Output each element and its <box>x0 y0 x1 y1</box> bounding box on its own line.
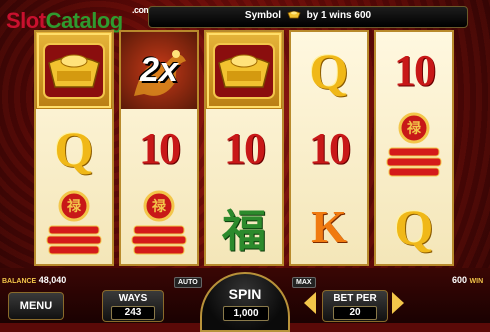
auto-button[interactable]: AUTO <box>174 277 202 288</box>
win-message-bar: Symbol by 1 wins 600 <box>148 6 468 28</box>
reel-2-symbol-firecracker-seal: 禄 <box>121 188 197 265</box>
ten-symbol: 10 <box>139 124 181 173</box>
gold-ingot-icon <box>43 42 105 99</box>
reel-4-symbol-10: 10 <box>291 110 367 187</box>
total-bet-value: 1,000 <box>223 306 269 321</box>
win-value: 600 <box>452 275 468 285</box>
win-message: Symbol by 1 wins 600 <box>149 10 467 21</box>
reel-3-symbol-gold-ingot <box>206 32 282 109</box>
reel-3-symbol-10: 10 <box>206 110 282 187</box>
ten-symbol: 10 <box>224 124 266 173</box>
win-symbol-label: Symbol <box>244 10 282 21</box>
reel-1-symbol-firecracker-seal: 禄 <box>36 188 112 265</box>
reel-5-symbol-q: Q <box>376 188 452 265</box>
svg-text:禄: 禄 <box>67 198 82 215</box>
max-button[interactable]: MAX <box>292 277 316 288</box>
firecracker-seal-icon: 禄 <box>386 112 442 176</box>
reel-4-symbol-k: K <box>291 188 367 265</box>
bet-increase-arrow-icon[interactable] <box>392 292 404 314</box>
reel-5-symbol-firecracker-seal: 禄 <box>376 110 452 187</box>
reel-3: 10 福 <box>204 30 284 266</box>
reel-5: 10 禄 Q <box>374 30 454 266</box>
bet-per-value: 20 <box>333 306 377 320</box>
reel-4-symbol-q: Q <box>291 32 367 109</box>
spin-label: SPIN <box>228 286 262 302</box>
ways-value: 243 <box>111 306 155 320</box>
svg-text:禄: 禄 <box>407 120 422 137</box>
reel-1-symbol-q: Q <box>36 110 112 187</box>
reel-5-symbol-10: 10 <box>376 32 452 109</box>
q-symbol: Q <box>54 120 94 177</box>
bet-per-panel: BET PER 20 <box>322 290 388 322</box>
balance-display: BALANCE 48,040 <box>2 275 66 285</box>
win-amount-text: by 1 wins 600 <box>306 10 372 21</box>
win-label: WIN <box>469 278 484 285</box>
ten-symbol: 10 <box>309 124 351 173</box>
reel-1: Q 禄 <box>34 30 114 266</box>
gold-ingot-icon <box>213 42 275 99</box>
bet-decrease-arrow-icon[interactable] <box>304 292 316 314</box>
menu-button[interactable]: MENU <box>8 292 64 320</box>
ways-panel: WAYS 243 <box>102 290 164 322</box>
k-symbol: K <box>311 201 347 252</box>
svg-text:禄: 禄 <box>152 198 167 215</box>
reel-2: 2x 10 禄 <box>119 30 199 266</box>
balance-label: BALANCE <box>2 278 37 285</box>
gold-ingot-icon <box>287 11 301 19</box>
ways-label: WAYS <box>118 293 148 304</box>
reel-2-symbol-10: 10 <box>121 110 197 187</box>
fu-symbol: 福 <box>222 205 266 257</box>
reel-2-symbol-multiplier: 2x <box>121 32 197 109</box>
ten-symbol: 10 <box>394 46 436 95</box>
firecracker-seal-icon: 禄 <box>131 190 187 254</box>
q-symbol: Q <box>309 42 349 99</box>
multiplier-2x: 2x <box>140 51 178 89</box>
reel-3-symbol-fu: 福 <box>206 188 282 265</box>
balance-value: 48,040 <box>38 275 67 285</box>
reels-area: Q 禄 2x 10 禄 10 福 Q 10 K 10 禄 Q <box>34 30 454 266</box>
q-symbol: Q <box>394 198 434 255</box>
reel-1-symbol-gold-ingot <box>36 32 112 109</box>
win-display: 600 WIN <box>452 275 483 285</box>
firecracker-seal-icon: 禄 <box>46 190 102 254</box>
bet-per-label: BET PER <box>333 293 377 304</box>
reel-4: Q 10 K <box>289 30 369 266</box>
